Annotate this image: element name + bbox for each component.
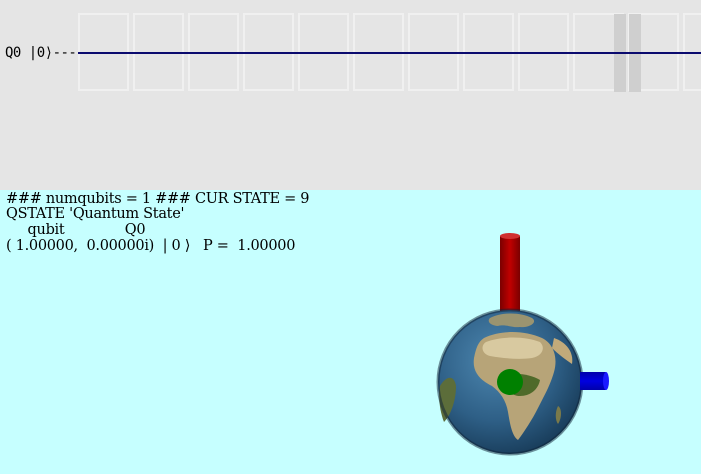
circuit-panel: Q0 |0⟩--- [0, 0, 701, 190]
bloch-sphere[interactable] [420, 226, 640, 466]
state-header-line: ### numqubits = 1 ### CUR STATE = 9 [6, 191, 310, 207]
state-vector-marker [497, 369, 523, 395]
x-axis-arrow [580, 372, 609, 390]
state-amplitude-line: ( 1.00000, 0.00000i) | 0 ⟩ P = 1.00000 [6, 238, 296, 254]
qubit-label-q0: Q0 |0⟩--- [5, 45, 77, 61]
qubit-wire-q0 [78, 52, 701, 54]
state-columns-line: qubit Q0 [6, 222, 146, 238]
quantum-simulator-window: Q0 |0⟩--- ### numqubits = 1 ### CUR STAT… [0, 0, 701, 474]
state-name-line: QSTATE 'Quantum State' [6, 206, 185, 222]
z-axis-arrow [500, 233, 520, 314]
